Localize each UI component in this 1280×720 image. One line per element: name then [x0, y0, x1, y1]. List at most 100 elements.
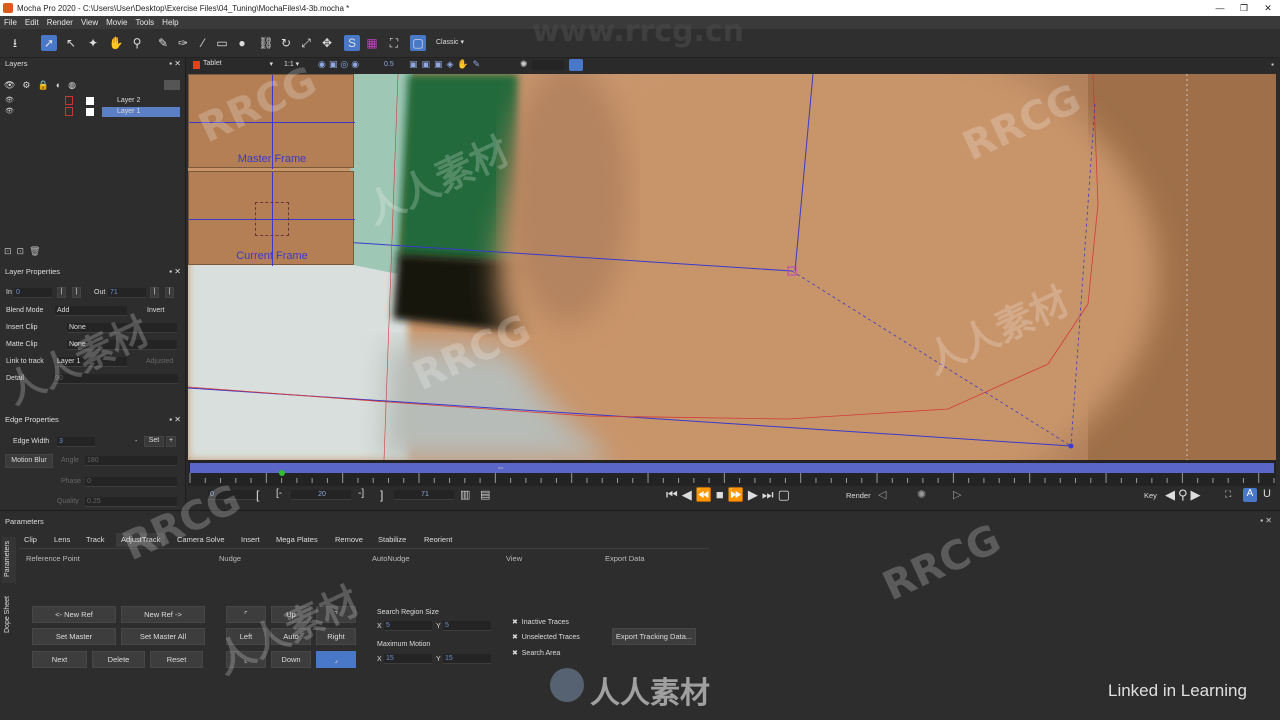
end-frame-field[interactable]: 71	[394, 490, 454, 500]
zoom-select[interactable]: 1:1 ▾	[284, 60, 312, 71]
layer-1-color-swatch[interactable]	[65, 107, 73, 116]
set-master-button[interactable]: Set Master	[32, 628, 116, 645]
adjusted-checkbox[interactable]: Adjusted	[146, 358, 173, 365]
bezier-tool-icon[interactable]: ✑	[175, 35, 191, 51]
brightness-icon[interactable]: ✺	[520, 59, 528, 70]
panel-close-icon[interactable]: ▪ ✕	[169, 414, 181, 426]
brightness-field[interactable]	[532, 60, 564, 70]
clip-select[interactable]: Tablet ▾	[203, 60, 273, 71]
keyframe-controls[interactable]: ◀⚲▶	[1165, 487, 1204, 503]
tab-camera-solve[interactable]: Camera Solve	[172, 533, 230, 547]
panel-close-icon[interactable]: ▪ ✕	[1260, 516, 1272, 525]
minimize-button[interactable]: —	[1208, 3, 1232, 14]
tab-mega-plates[interactable]: Mega Plates	[271, 533, 323, 547]
menu-movie[interactable]: Movie	[102, 18, 131, 27]
rectangle-tool-icon[interactable]: ▭	[214, 35, 230, 51]
surface-icon[interactable]: S	[344, 35, 360, 51]
nudge-up-left-button[interactable]: ⌜	[226, 606, 266, 623]
render-forward-icon[interactable]: ▷	[953, 488, 961, 501]
cache-icon[interactable]: ▤	[480, 488, 490, 501]
current-frame-field[interactable]: 20	[291, 490, 351, 500]
move-icon[interactable]: ✥	[319, 35, 335, 51]
matte-clip-select[interactable]: None	[67, 340, 177, 350]
next-new-ref-button[interactable]: New Ref ->	[121, 606, 205, 623]
view-mode-icon[interactable]: ▢	[410, 35, 426, 51]
goto-in-button[interactable]: |	[72, 287, 81, 298]
tab-clip[interactable]: Clip	[19, 533, 42, 547]
layer-row-2[interactable]: Layer 2	[102, 96, 180, 106]
phase-field[interactable]: 0	[85, 477, 177, 487]
angle-field[interactable]: 180	[85, 456, 177, 466]
blend-mode-select[interactable]: Add	[55, 306, 127, 316]
goto-in-icon[interactable]: [-	[276, 488, 282, 499]
insert-clip-select[interactable]: None	[67, 323, 177, 333]
all-keys-icon[interactable]: ⛶	[1225, 489, 1231, 500]
quality-field[interactable]: 0.25	[85, 497, 177, 507]
edge-width-field[interactable]: 3	[57, 437, 95, 447]
goto-out-button[interactable]: |	[165, 287, 174, 298]
playback-controls[interactable]: ⏮◀⏪■⏩▶⏭▢	[666, 487, 794, 503]
layer-2-visibility-icon[interactable]: 👁	[5, 96, 14, 104]
layer-menu-icon[interactable]	[164, 80, 180, 90]
circle-tool-icon[interactable]: ●	[234, 35, 250, 51]
search-area-checkbox[interactable]: ✖ Search Area	[512, 649, 560, 657]
playhead-icon[interactable]: ⇔	[496, 462, 505, 472]
keyframe-marker[interactable]	[279, 470, 285, 476]
reset-button[interactable]: Reset	[150, 651, 203, 668]
hand-pan-icon[interactable]: ✋	[108, 35, 124, 51]
grid-icon[interactable]: ▦	[364, 35, 380, 51]
invert-checkbox[interactable]: Invert	[147, 307, 165, 314]
edge-width-increment[interactable]: +	[166, 436, 176, 447]
viewer-overlay-icons[interactable]: ▣▣▣◈✋✎	[409, 59, 484, 70]
nudge-up-right-button[interactable]: ⌝	[316, 606, 356, 623]
menu-tools[interactable]: Tools	[131, 18, 158, 27]
nudge-auto-button[interactable]: Auto	[271, 628, 311, 645]
tab-remove[interactable]: Remove	[330, 533, 368, 547]
layer-2-color-swatch[interactable]	[65, 96, 73, 105]
fit-icon[interactable]: ⛶	[386, 35, 402, 51]
viewer-sync-icon[interactable]	[569, 59, 583, 71]
tab-lens[interactable]: Lens	[49, 533, 75, 547]
scale-icon[interactable]: ⤢	[298, 35, 314, 51]
nudge-right-button[interactable]: Right	[316, 628, 356, 645]
link-to-track-select[interactable]: Layer 1	[55, 357, 127, 367]
side-tab-parameters[interactable]: Parameters	[2, 537, 16, 583]
set-master-all-button[interactable]: Set Master All	[121, 628, 205, 645]
nudge-down-left-button[interactable]: ⌞	[226, 651, 266, 668]
motion-blur-toggle[interactable]: Motion Blur	[5, 454, 53, 468]
add-point-icon[interactable]: ✦	[85, 35, 101, 51]
undo-key-icon[interactable]: U	[1263, 488, 1271, 500]
workspace-dropdown[interactable]: Classic ▾	[436, 38, 478, 50]
edge-width-decrement[interactable]: -	[135, 438, 137, 445]
tab-track[interactable]: Track	[81, 533, 109, 547]
next-button[interactable]: Next	[32, 651, 87, 668]
brush-icon[interactable]: ⁄	[195, 35, 211, 51]
tab-stabilize[interactable]: Stabilize	[373, 533, 411, 547]
frame-range-icon[interactable]: ▥	[460, 488, 470, 501]
search-region-y-field[interactable]: 5	[443, 621, 491, 631]
in-field[interactable]: 0	[14, 288, 52, 298]
delete-button[interactable]: Delete	[92, 651, 145, 668]
layer-action-icons[interactable]: ⊡⊡🗑	[4, 246, 46, 257]
menu-help[interactable]: Help	[158, 18, 182, 27]
edge-set-button[interactable]: Set	[144, 436, 164, 447]
menu-view[interactable]: View	[77, 18, 102, 27]
out-point-icon[interactable]: ]	[380, 488, 383, 502]
inactive-traces-checkbox[interactable]: ✖ Inactive Traces	[512, 618, 569, 626]
menu-file[interactable]: File	[0, 18, 21, 27]
rotate-icon[interactable]: ↻	[278, 35, 294, 51]
nudge-up-button[interactable]: Up	[271, 606, 311, 623]
set-in-button[interactable]: |	[57, 287, 66, 298]
in-point-icon[interactable]: [	[256, 488, 259, 502]
maximum-motion-x-field[interactable]: 15	[384, 654, 432, 664]
panel-close-icon[interactable]: ▪ ✕	[169, 58, 181, 70]
layer-2-matte-swatch[interactable]	[86, 97, 94, 105]
unselected-traces-checkbox[interactable]: ✖ Unselected Traces	[512, 633, 580, 641]
goto-out-icon[interactable]: -]	[358, 488, 364, 499]
nudge-down-right-button[interactable]: ⌟	[316, 651, 356, 668]
timeline-bar[interactable]: ⇔	[188, 460, 1276, 486]
close-button[interactable]: ✕	[1256, 3, 1280, 14]
detail-field[interactable]: 90	[53, 374, 178, 384]
menu-render[interactable]: Render	[43, 18, 77, 27]
restore-button[interactable]: ❐	[1232, 3, 1256, 14]
